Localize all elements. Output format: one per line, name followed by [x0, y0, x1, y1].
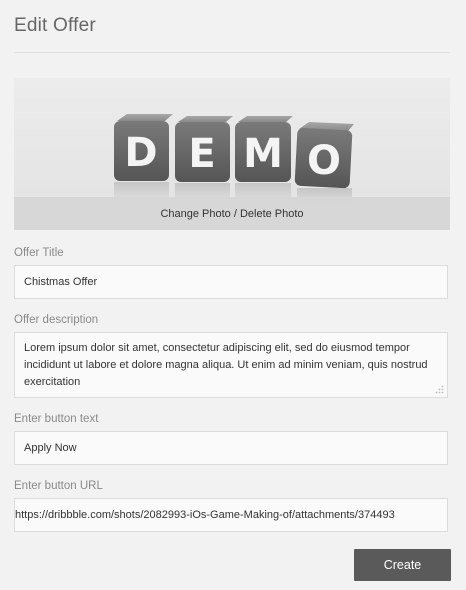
- offer-description-textarea[interactable]: Lorem ipsum dolor sit amet, consectetur …: [14, 332, 448, 398]
- offer-description-label: Offer description: [14, 314, 99, 326]
- cube-letter-m: M: [243, 131, 283, 177]
- cube-letter-d: D: [124, 130, 157, 176]
- button-url-input[interactable]: https://dribbble.com/shots/2082993-iOs-G…: [14, 498, 448, 532]
- cube-letter-o: O: [307, 138, 341, 184]
- cube-letter-e: E: [188, 131, 215, 177]
- offer-photo: D E M O Change Photo / Delete Photo: [14, 78, 450, 230]
- page-title: Edit Offer: [14, 15, 96, 36]
- resize-handle-icon[interactable]: [435, 385, 444, 394]
- title-divider: [14, 52, 450, 53]
- create-button[interactable]: Create: [354, 549, 451, 581]
- offer-title-label: Offer Title: [14, 247, 64, 259]
- button-text-input[interactable]: Apply Now: [14, 431, 448, 465]
- change-delete-photo-button[interactable]: Change Photo / Delete Photo: [14, 197, 450, 230]
- button-url-label: Enter button URL: [14, 480, 103, 492]
- offer-description-text: Lorem ipsum dolor sit amet, consectetur …: [24, 342, 428, 388]
- button-text-label: Enter button text: [14, 413, 99, 425]
- offer-title-input[interactable]: Chistmas Offer: [14, 265, 448, 299]
- edit-offer-page: Edit Offer D E M O Change Photo / Delete…: [0, 0, 466, 590]
